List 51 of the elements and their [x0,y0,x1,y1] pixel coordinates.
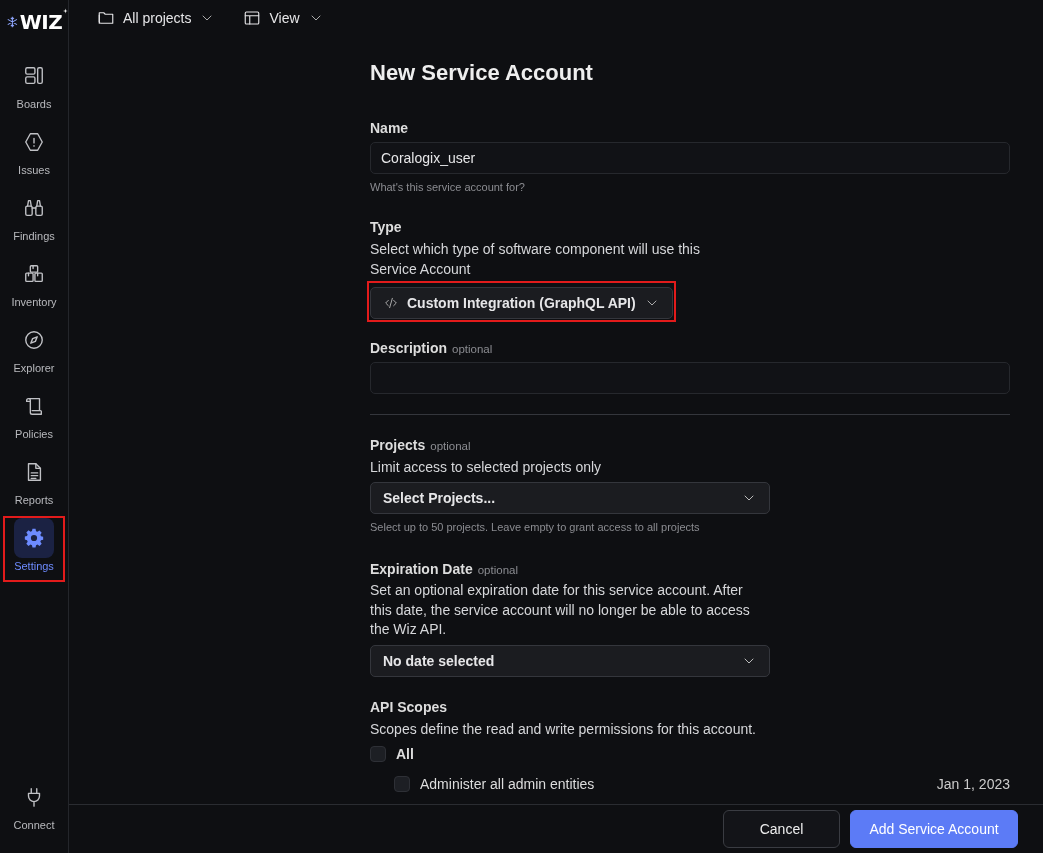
settings-icon [23,527,45,549]
sidebar-item[interactable]: Findings [3,186,65,252]
field-label: Type [370,219,402,235]
page-title: New Service Account [370,60,594,86]
dropdown[interactable]: Select Projects... [370,482,770,514]
sidebar-item[interactable]: Boards [3,54,65,120]
field-label: Name [370,120,409,136]
optional-tag: optional [430,440,471,452]
optional-tag: optional [452,343,493,355]
field-label: API Scopes [370,698,448,715]
code-icon [383,295,399,311]
checkbox-label: Administer all admin entities [420,775,595,792]
description-text: Select which type of software component will use this Service Account [370,240,701,279]
field-label: Expiration Date [370,561,473,577]
description-text: Scopes define the read and write permissions for this account. [370,719,757,739]
hint-text: Select up to 50 projects. Leave empty to grant access to all projects [370,521,701,533]
sidebar-item[interactable]: Connect [3,775,65,841]
description-text: Set an optional expiration date for this service account. After this date, the service account will no longer be able to access the Wiz API. [370,581,751,639]
description-text: Limit access to selected projects only [370,458,603,477]
field-label: Projects [370,437,426,453]
scroll-icon [23,395,45,417]
sidebar-item[interactable]: Issues [3,120,65,186]
binoculars-icon [23,197,45,219]
dropdown[interactable]: Custom Integration (GraphQL API) [370,287,673,319]
boards-icon [23,65,45,87]
warning-hexagon-icon [23,131,45,153]
input-field[interactable] [370,362,1010,394]
date-text: Jan 1, 2023 [936,775,1010,792]
sidebar-item[interactable]: Inventory [3,252,65,318]
sidebar-item[interactable]: Settings [3,516,65,582]
toolbar-dropdown[interactable]: View [243,9,324,27]
input-field[interactable]: Coralogix_user [370,142,1010,174]
sidebar-item[interactable]: Explorer [3,318,65,384]
sidebar-item[interactable]: Reports [3,450,65,516]
submit-button[interactable]: Add Service Account [850,810,1018,848]
compass-icon [23,329,45,351]
checkbox-label: All [396,745,414,762]
checkbox[interactable] [394,775,410,792]
field-label: Description [370,340,447,356]
checkbox[interactable] [370,745,386,762]
hint-text: What's this service account for? [370,181,526,193]
toolbar-dropdown[interactable]: All projects [97,9,216,27]
folder-icon [97,9,115,27]
layout-icon [243,9,262,27]
boxes-icon [23,263,45,285]
optional-tag: optional [477,564,518,576]
sparkle-icon [63,8,68,14]
sidebar-item[interactable]: Policies [3,384,65,450]
cancel-button[interactable]: Cancel [723,810,840,848]
logo-text: WIZ [19,10,63,34]
dropdown[interactable]: No date selected [370,644,770,677]
